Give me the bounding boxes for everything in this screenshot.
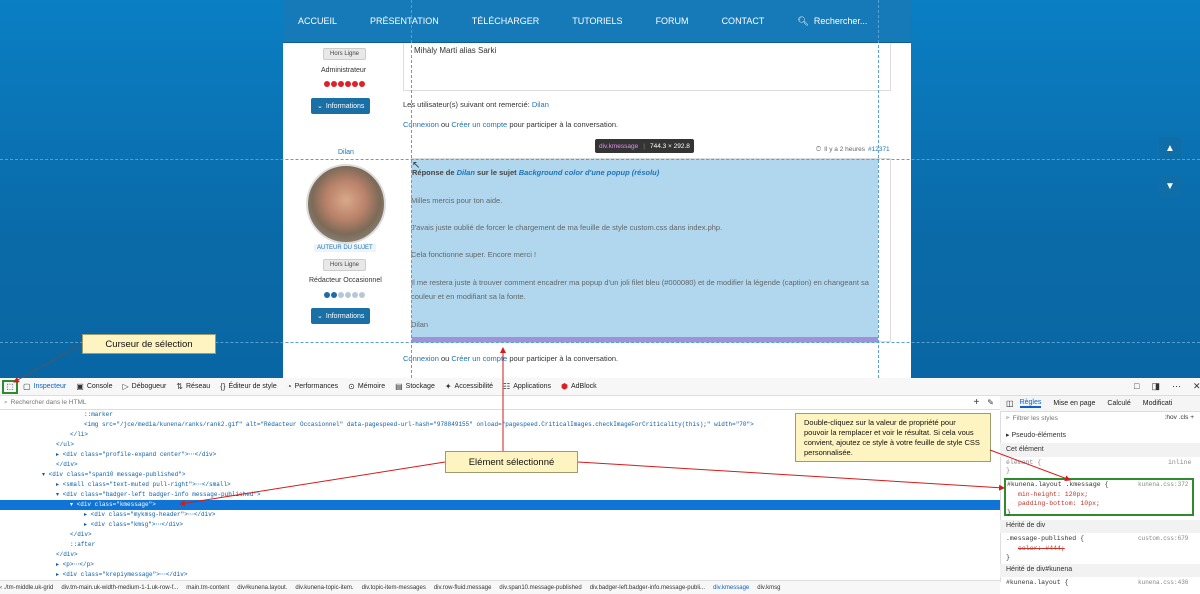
arrow-hint-to-rule (989, 449, 1071, 482)
arrow-to-rule (577, 461, 1005, 491)
arrow-cursor (13, 343, 83, 383)
annotation-arrows (13, 343, 1071, 507)
arrow-to-node (179, 461, 446, 507)
